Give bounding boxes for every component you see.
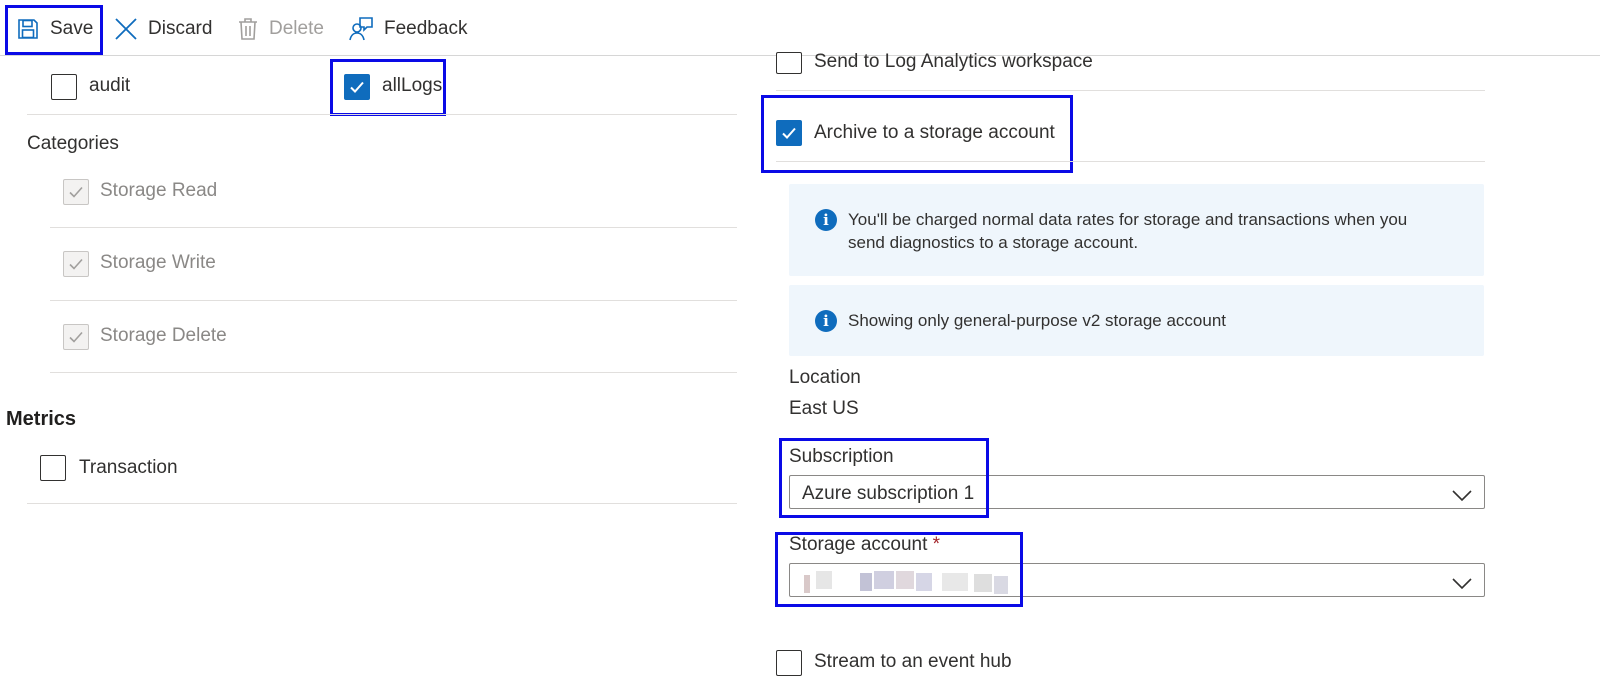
storage-write-label: Storage Write (100, 252, 216, 273)
v2-info-banner: i Showing only general-purpose v2 storag… (789, 285, 1484, 356)
archive-storage-label: Archive to a storage account (814, 122, 1055, 143)
storage-delete-label: Storage Delete (100, 325, 227, 346)
discard-label: Discard (148, 18, 213, 39)
divider (27, 503, 737, 504)
info-icon: i (815, 209, 837, 231)
redacted-account-name (804, 571, 1014, 594)
transaction-label: Transaction (79, 457, 178, 478)
trash-icon (237, 17, 259, 41)
storage-account-dropdown[interactable] (789, 563, 1485, 597)
archive-storage-checkbox[interactable] (776, 120, 802, 146)
required-marker: * (932, 534, 941, 555)
chevron-down-icon (1452, 574, 1472, 595)
log-analytics-checkbox[interactable] (776, 52, 802, 74)
alllogs-label: allLogs (382, 75, 443, 96)
close-icon (114, 17, 138, 41)
feedback-button[interactable]: Feedback (348, 12, 467, 46)
divider (27, 114, 737, 115)
checkmark-icon (69, 186, 83, 198)
chevron-down-icon (1452, 486, 1472, 507)
v2-info-text: Showing only general-purpose v2 storage … (848, 311, 1227, 330)
audit-checkbox[interactable] (51, 74, 77, 100)
save-button[interactable]: Save (16, 12, 93, 46)
audit-label: audit (89, 75, 131, 96)
location-value: East US (789, 398, 859, 419)
delete-label: Delete (269, 18, 324, 39)
checkmark-icon (350, 81, 364, 93)
charge-info-banner: i You'll be charged normal data rates fo… (789, 184, 1484, 276)
discard-button[interactable]: Discard (114, 12, 212, 46)
event-hub-label: Stream to an event hub (814, 651, 1012, 672)
divider (776, 90, 1485, 91)
storage-write-checkbox[interactable] (63, 251, 89, 277)
info-icon: i (815, 310, 837, 332)
checkmark-icon (782, 127, 796, 139)
command-bar: Save Discard Delete Feedback (0, 0, 1600, 56)
location-label: Location (789, 367, 861, 388)
charge-info-text: You'll be charged normal data rates for … (848, 210, 1408, 252)
storage-delete-checkbox[interactable] (63, 324, 89, 350)
storage-read-label: Storage Read (100, 180, 218, 201)
subscription-value: Azure subscription 1 (802, 483, 975, 504)
categories-heading: Categories (27, 133, 119, 154)
metrics-heading: Metrics (6, 408, 77, 430)
divider (50, 372, 737, 373)
save-label: Save (50, 18, 94, 39)
feedback-icon (348, 16, 374, 42)
storage-read-checkbox[interactable] (63, 179, 89, 205)
delete-button[interactable]: Delete (237, 12, 324, 46)
divider (50, 227, 737, 228)
checkmark-icon (69, 258, 83, 270)
save-icon (16, 17, 40, 41)
checkmark-icon (69, 331, 83, 343)
transaction-checkbox[interactable] (40, 455, 66, 481)
subscription-label: Subscription (789, 446, 894, 467)
subscription-dropdown[interactable]: Azure subscription 1 (789, 475, 1485, 509)
alllogs-checkbox[interactable] (344, 74, 370, 100)
divider (50, 300, 737, 301)
feedback-label: Feedback (384, 18, 468, 39)
event-hub-checkbox[interactable] (776, 650, 802, 676)
log-analytics-label: Send to Log Analytics workspace (814, 51, 1093, 72)
divider (776, 161, 1485, 162)
storage-account-label: Storage account * (789, 534, 941, 555)
